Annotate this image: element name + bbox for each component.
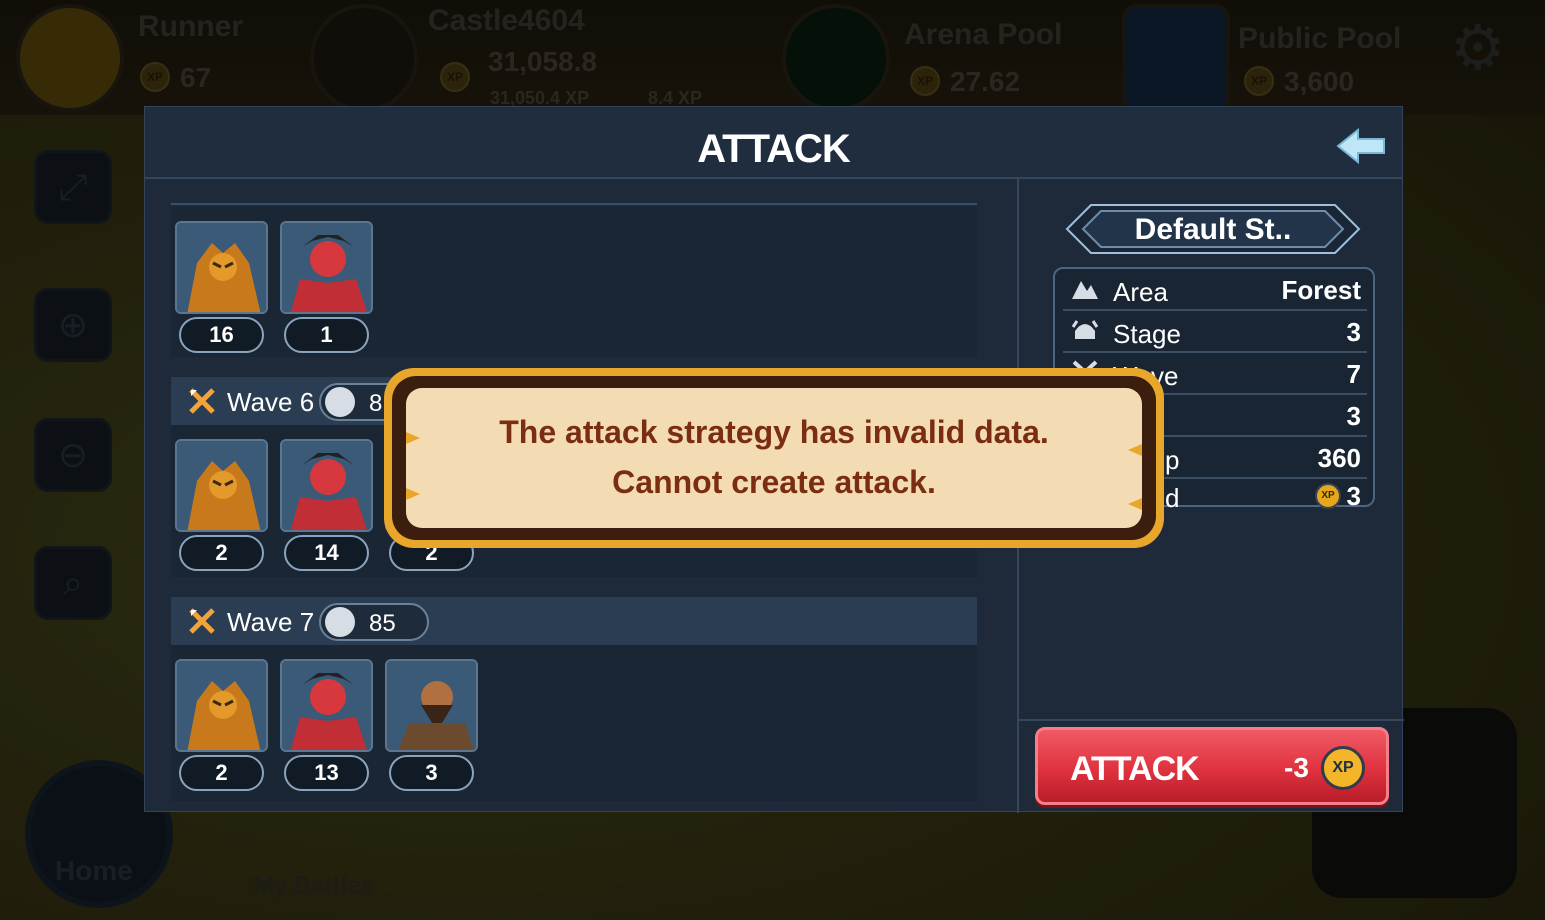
dragon-warrior-icon [175, 221, 268, 314]
mountain-icon [1072, 281, 1098, 299]
info-value: 360 [1317, 443, 1361, 473]
info-label: Area [1113, 277, 1168, 307]
error-popup[interactable]: The attack strategy has invalid data. Ca… [384, 368, 1164, 548]
wave-power-pill: 85 [319, 603, 429, 641]
error-message-line1: The attack strategy has invalid data. [499, 414, 1049, 450]
strategy-name: Default St.. [1134, 213, 1292, 246]
helmet-icon [325, 607, 355, 637]
wave-power: 8 [369, 390, 383, 417]
info-label: Stage [1113, 319, 1181, 349]
red-demon-icon [280, 659, 373, 752]
attack-cost: -3 [1284, 752, 1309, 783]
crossed-swords-icon [189, 388, 215, 414]
info-label: d [1165, 483, 1180, 513]
info-value: 3 [1346, 317, 1361, 347]
wave-header: Wave 7 85 [171, 597, 977, 645]
info-value: 3 [1346, 481, 1361, 511]
info-value: 7 [1346, 359, 1361, 389]
wave-power: 85 [369, 610, 396, 637]
unit-count: 16 [179, 317, 264, 353]
modal-header: ATTACK [145, 107, 1402, 179]
info-value: Forest [1281, 275, 1361, 305]
attack-button-label: ATTACK [1070, 750, 1200, 788]
red-demon-icon [280, 439, 373, 532]
info-row-area: Area Forest [1063, 269, 1367, 311]
panel-divider [1019, 719, 1404, 721]
barbarian-icon [385, 659, 478, 752]
attack-button[interactable]: ATTACK -3 XP [1035, 727, 1389, 805]
info-value: 3 [1346, 401, 1361, 431]
modal-title: ATTACK [697, 127, 850, 171]
error-popup-border: The attack strategy has invalid data. Ca… [392, 376, 1156, 540]
helmet-icon [325, 387, 355, 417]
unit-count: 2 [179, 535, 264, 571]
unit-count: 3 [389, 755, 474, 791]
unit-count: 1 [284, 317, 369, 353]
list-top-rule [171, 203, 977, 205]
unit-count: 2 [179, 755, 264, 791]
back-arrow-icon[interactable] [1336, 127, 1386, 165]
unit-count: 13 [284, 755, 369, 791]
wave-block: 16 1 [171, 207, 977, 357]
error-popup-paper: The attack strategy has invalid data. Ca… [406, 388, 1142, 528]
helmet-icon [1071, 320, 1099, 339]
paper-notches [406, 432, 1142, 510]
error-message-line2: Cannot create attack. [612, 464, 936, 500]
xp-coin-icon: XP [1321, 746, 1365, 790]
strategy-selector[interactable]: Default St.. [1063, 201, 1363, 257]
wave-name: Wave 7 [227, 607, 315, 637]
wave-block: Wave 7 85 2 13 3 [171, 597, 977, 801]
red-demon-icon [280, 221, 373, 314]
info-label: p [1165, 445, 1180, 475]
unit-count: 14 [284, 535, 369, 571]
crossed-swords-icon [189, 608, 215, 634]
info-row-stage: Stage 3 [1063, 311, 1367, 353]
xp-icon: XP [1315, 483, 1341, 509]
wave-name: Wave 6 [227, 387, 315, 417]
dragon-warrior-icon [175, 659, 268, 752]
dragon-warrior-icon [175, 439, 268, 532]
